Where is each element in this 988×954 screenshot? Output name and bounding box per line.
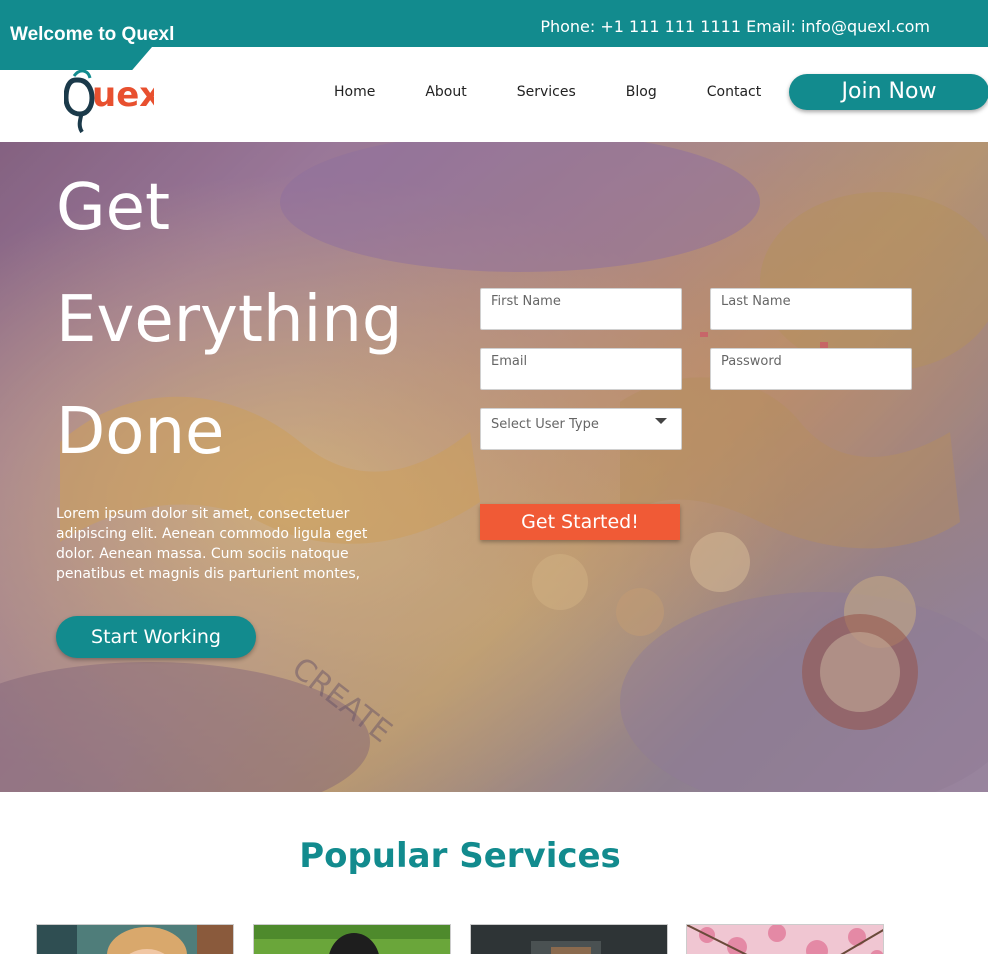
hero-title-line: Get bbox=[56, 171, 171, 245]
service-card-image bbox=[687, 925, 883, 954]
service-card[interactable] bbox=[686, 924, 884, 954]
user-type-select[interactable]: Select User Type bbox=[480, 408, 682, 450]
quexl-logo[interactable]: uexl bbox=[63, 54, 173, 134]
hero-description: Lorem ipsum dolor sit amet, consectetuer… bbox=[56, 506, 368, 582]
services-heading: Popular Services bbox=[299, 836, 621, 876]
password-input[interactable] bbox=[711, 349, 911, 389]
nav-about[interactable]: About bbox=[425, 84, 466, 100]
svg-text:uexl: uexl bbox=[92, 75, 154, 115]
first-name-input[interactable] bbox=[481, 289, 681, 329]
caret-down-icon bbox=[655, 418, 667, 424]
service-card[interactable] bbox=[36, 924, 234, 954]
hero-section: CREATE Get Everything Done Lorem ipsum d… bbox=[0, 142, 988, 792]
page: Welcome to Quexl Phone: +1 111 111 1111 … bbox=[0, 0, 988, 954]
email-field[interactable] bbox=[480, 348, 682, 390]
start-working-button[interactable]: Start Working bbox=[56, 616, 256, 658]
service-card-image bbox=[37, 925, 233, 954]
email-input[interactable] bbox=[481, 349, 681, 389]
get-started-button[interactable]: Get Started! bbox=[480, 504, 680, 540]
join-now-button[interactable]: Join Now bbox=[789, 74, 988, 110]
hero-title-line: Done bbox=[56, 395, 225, 469]
hero-title-line: Everything bbox=[56, 283, 403, 357]
service-card-image bbox=[471, 925, 667, 954]
last-name-input[interactable] bbox=[711, 289, 911, 329]
welcome-text: Welcome to Quexl bbox=[10, 24, 175, 45]
hero-title: Get Everything Done bbox=[56, 152, 403, 488]
main-nav: Home About Services Blog Contact bbox=[334, 84, 811, 100]
service-card-image bbox=[254, 925, 450, 954]
service-card[interactable] bbox=[253, 924, 451, 954]
contact-info: Phone: +1 111 111 1111 Email: info@quexl… bbox=[540, 17, 930, 36]
first-name-field[interactable] bbox=[480, 288, 682, 330]
user-type-selected-value: Select User Type bbox=[491, 417, 599, 432]
nav-home[interactable]: Home bbox=[334, 84, 375, 100]
nav-blog[interactable]: Blog bbox=[626, 84, 657, 100]
nav-services[interactable]: Services bbox=[517, 84, 576, 100]
service-card[interactable] bbox=[470, 924, 668, 954]
last-name-field[interactable] bbox=[710, 288, 912, 330]
password-field[interactable] bbox=[710, 348, 912, 390]
nav-contact[interactable]: Contact bbox=[707, 84, 761, 100]
top-bar: Welcome to Quexl Phone: +1 111 111 1111 … bbox=[0, 0, 988, 47]
